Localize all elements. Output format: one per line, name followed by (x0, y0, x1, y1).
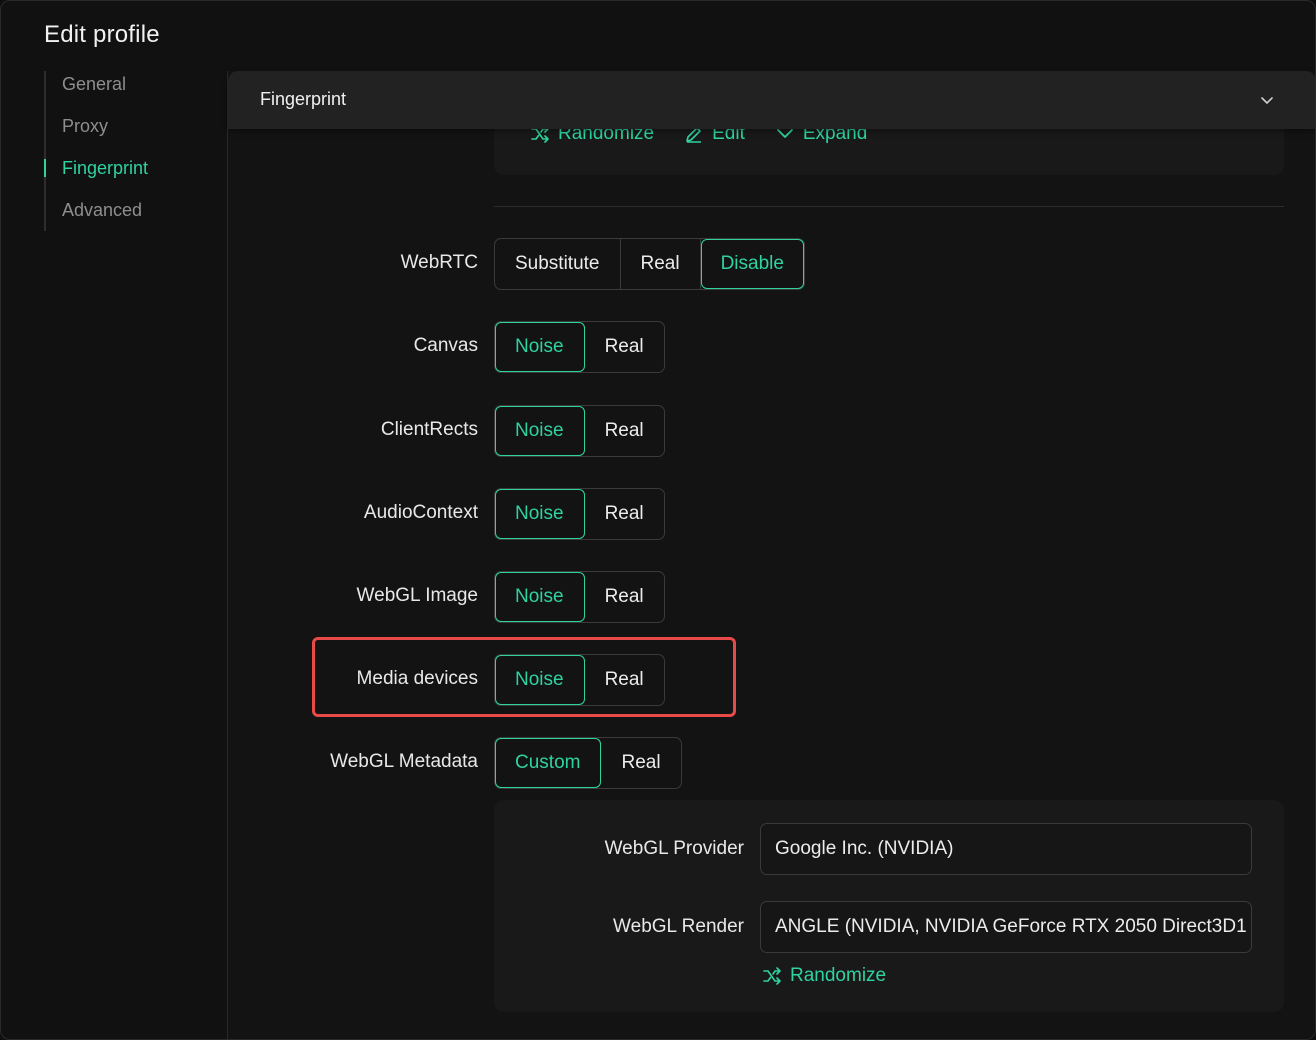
option-canvas-noise[interactable]: Noise (495, 322, 585, 372)
webgl-provider-field[interactable]: Google Inc. (NVIDIA) (760, 823, 1252, 875)
option-clientrects-noise[interactable]: Noise (495, 406, 585, 456)
segmented-control-clientrects: Noise Real (494, 405, 665, 457)
setting-row-webgl-metadata: WebGL Metadata Custom Real (228, 737, 1315, 789)
setting-row-webgl-image: WebGL Image Noise Real (228, 571, 1315, 623)
setting-label-webgl-image: WebGL Image (356, 585, 478, 606)
webgl-render-label: WebGL Render (613, 916, 744, 937)
setting-label-media-devices: Media devices (356, 668, 478, 689)
option-media-devices-noise[interactable]: Noise (495, 655, 585, 705)
page-title: Edit profile (44, 21, 160, 48)
option-webgl-image-real[interactable]: Real (585, 572, 664, 622)
setting-label-webgl-metadata: WebGL Metadata (330, 751, 478, 772)
segmented-control-audiocontext: Noise Real (494, 488, 665, 540)
setting-row-webrtc: WebRTC Substitute Real Disable (228, 238, 1315, 290)
edit-profile-window: Edit profile General Proxy Fingerprint A… (0, 0, 1316, 1040)
option-webrtc-disable[interactable]: Disable (700, 239, 804, 289)
setting-label-clientrects: ClientRects (380, 419, 478, 440)
segmented-control-media-devices: Noise Real (494, 654, 665, 706)
segmented-control-webgl-metadata: Custom Real (494, 737, 682, 789)
chevron-down-icon[interactable] (1258, 91, 1276, 109)
segmented-control-webgl-image: Noise Real (494, 571, 665, 623)
randomize-webgl-button[interactable]: Randomize (762, 965, 886, 987)
shuffle-icon (763, 967, 781, 985)
nav-item-proxy[interactable]: Proxy (44, 107, 224, 149)
nav-item-fingerprint[interactable]: Fingerprint (44, 149, 224, 191)
option-clientrects-real[interactable]: Real (585, 406, 664, 456)
randomize-webgl-label: Randomize (790, 965, 887, 986)
setting-row-audiocontext: AudioContext Noise Real (228, 488, 1315, 540)
setting-row-media-devices: Media devices Noise Real (228, 654, 1315, 706)
segmented-control-canvas: Noise Real (494, 321, 665, 373)
fingerprint-content: Fingerprint Randomize Edit Expand WebRTC… (227, 71, 1315, 1039)
nav-item-general[interactable]: General (44, 65, 224, 107)
option-audiocontext-real[interactable]: Real (585, 489, 664, 539)
setting-label-canvas: Canvas (413, 335, 478, 356)
nav-item-advanced[interactable]: Advanced (44, 191, 224, 233)
segmented-control-webrtc: Substitute Real Disable (494, 238, 805, 290)
profile-nav: General Proxy Fingerprint Advanced (44, 65, 224, 233)
section-divider (494, 206, 1284, 207)
option-media-devices-real[interactable]: Real (585, 655, 664, 705)
option-webgl-metadata-custom[interactable]: Custom (495, 738, 602, 788)
option-canvas-real[interactable]: Real (585, 322, 664, 372)
setting-row-canvas: Canvas Noise Real (228, 321, 1315, 373)
fingerprint-section-header[interactable]: Fingerprint (228, 71, 1315, 129)
setting-row-clientrects: ClientRects Noise Real (228, 405, 1315, 457)
section-title: Fingerprint (260, 89, 347, 109)
option-webgl-image-noise[interactable]: Noise (495, 572, 585, 622)
option-webrtc-substitute[interactable]: Substitute (495, 239, 621, 289)
option-audiocontext-noise[interactable]: Noise (495, 489, 585, 539)
webgl-metadata-card: WebGL Provider Google Inc. (NVIDIA) WebG… (494, 800, 1284, 1012)
option-webrtc-real[interactable]: Real (621, 239, 701, 289)
setting-label-webrtc: WebRTC (400, 252, 478, 273)
setting-label-audiocontext: AudioContext (363, 502, 478, 523)
webgl-render-field[interactable]: ANGLE (NVIDIA, NVIDIA GeForce RTX 2050 D… (760, 901, 1252, 953)
option-webgl-metadata-real[interactable]: Real (601, 738, 680, 788)
webgl-provider-label: WebGL Provider (604, 838, 744, 859)
